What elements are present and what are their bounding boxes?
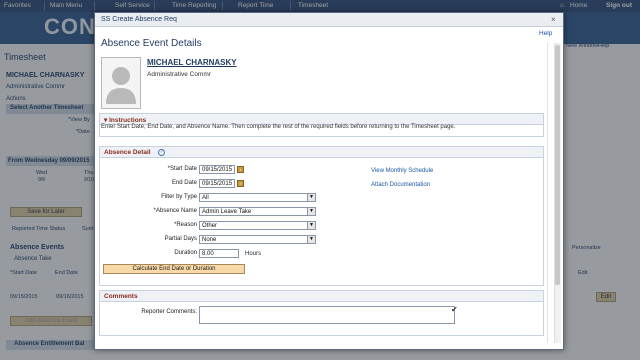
reason-value: Other (202, 223, 218, 229)
duration-unit: Hours (245, 251, 262, 257)
start-date-label: *Start Date (167, 166, 197, 172)
duration-label: Duration (174, 250, 197, 256)
divider (547, 43, 548, 343)
instructions-title: ▾ Instructions (104, 117, 147, 124)
avatar (101, 57, 141, 109)
chevron-down-icon: ▼ (307, 222, 315, 229)
absence-request-modal: SS Create Absence Req × Help Absence Eve… (94, 12, 564, 350)
reason-select[interactable]: Other ▼ (199, 221, 316, 230)
partial-days-label: Partial Days (164, 236, 197, 242)
duration-field[interactable]: 8.00 (199, 249, 239, 258)
employee-name: MICHAEL CHARNASKY (147, 58, 237, 67)
view-monthly-schedule-link[interactable]: View Monthly Schedule (371, 168, 433, 174)
comments-title: Comments (104, 293, 138, 300)
reporter-comments-label: Reporter Comments: (141, 309, 197, 315)
person-icon (106, 67, 136, 104)
calendar-icon[interactable]: ▪ (237, 180, 244, 187)
calendar-icon[interactable]: ▪ (237, 166, 244, 173)
spell-check-icon[interactable]: ✔ (451, 305, 458, 314)
modal-help-link[interactable]: Help (539, 30, 552, 37)
employee-title: Administrative Commr (147, 71, 211, 78)
absence-name-label: *Absence Name (153, 208, 197, 214)
chevron-down-icon: ▼ (307, 236, 315, 243)
reason-label: *Reason (173, 222, 197, 228)
collapse-arrow-icon[interactable]: ▾ (104, 117, 107, 124)
modal-title: SS Create Absence Req (101, 16, 177, 23)
comments-header: Comments (100, 291, 543, 302)
close-icon[interactable]: × (551, 15, 556, 24)
filter-by-type-value: All (202, 195, 209, 201)
calculate-end-date-button[interactable]: Calculate End Date or Duration (103, 264, 245, 274)
attach-documentation-link[interactable]: Attach Documentation (371, 182, 430, 188)
absence-name-select[interactable]: Admin Leave Take ▼ (199, 207, 316, 216)
end-date-field[interactable]: 09/15/2015 (199, 179, 235, 188)
help-icon[interactable]: ? (158, 149, 165, 156)
filter-by-type-label: Filter by Type (161, 194, 197, 200)
end-date-label: End Date (171, 180, 197, 186)
scrollbar-thumb[interactable] (555, 45, 560, 285)
absence-name-value: Admin Leave Take (202, 209, 252, 215)
filter-by-type-select[interactable]: All ▼ (199, 193, 316, 202)
start-date-field[interactable]: 09/15/2015 (199, 165, 235, 174)
page-title: Absence Event Details (101, 38, 202, 49)
chevron-down-icon: ▼ (307, 208, 315, 215)
absence-detail-header: Absence Detail ? (100, 147, 543, 158)
reporter-comments-field[interactable] (199, 306, 455, 324)
absence-detail-title: Absence Detail (104, 149, 151, 156)
partial-days-select[interactable]: None ▼ (199, 235, 316, 244)
partial-days-value: None (202, 237, 217, 243)
instructions-text: Enter Start Date, End Date, and Absence … (101, 124, 456, 130)
chevron-down-icon: ▼ (307, 194, 315, 201)
